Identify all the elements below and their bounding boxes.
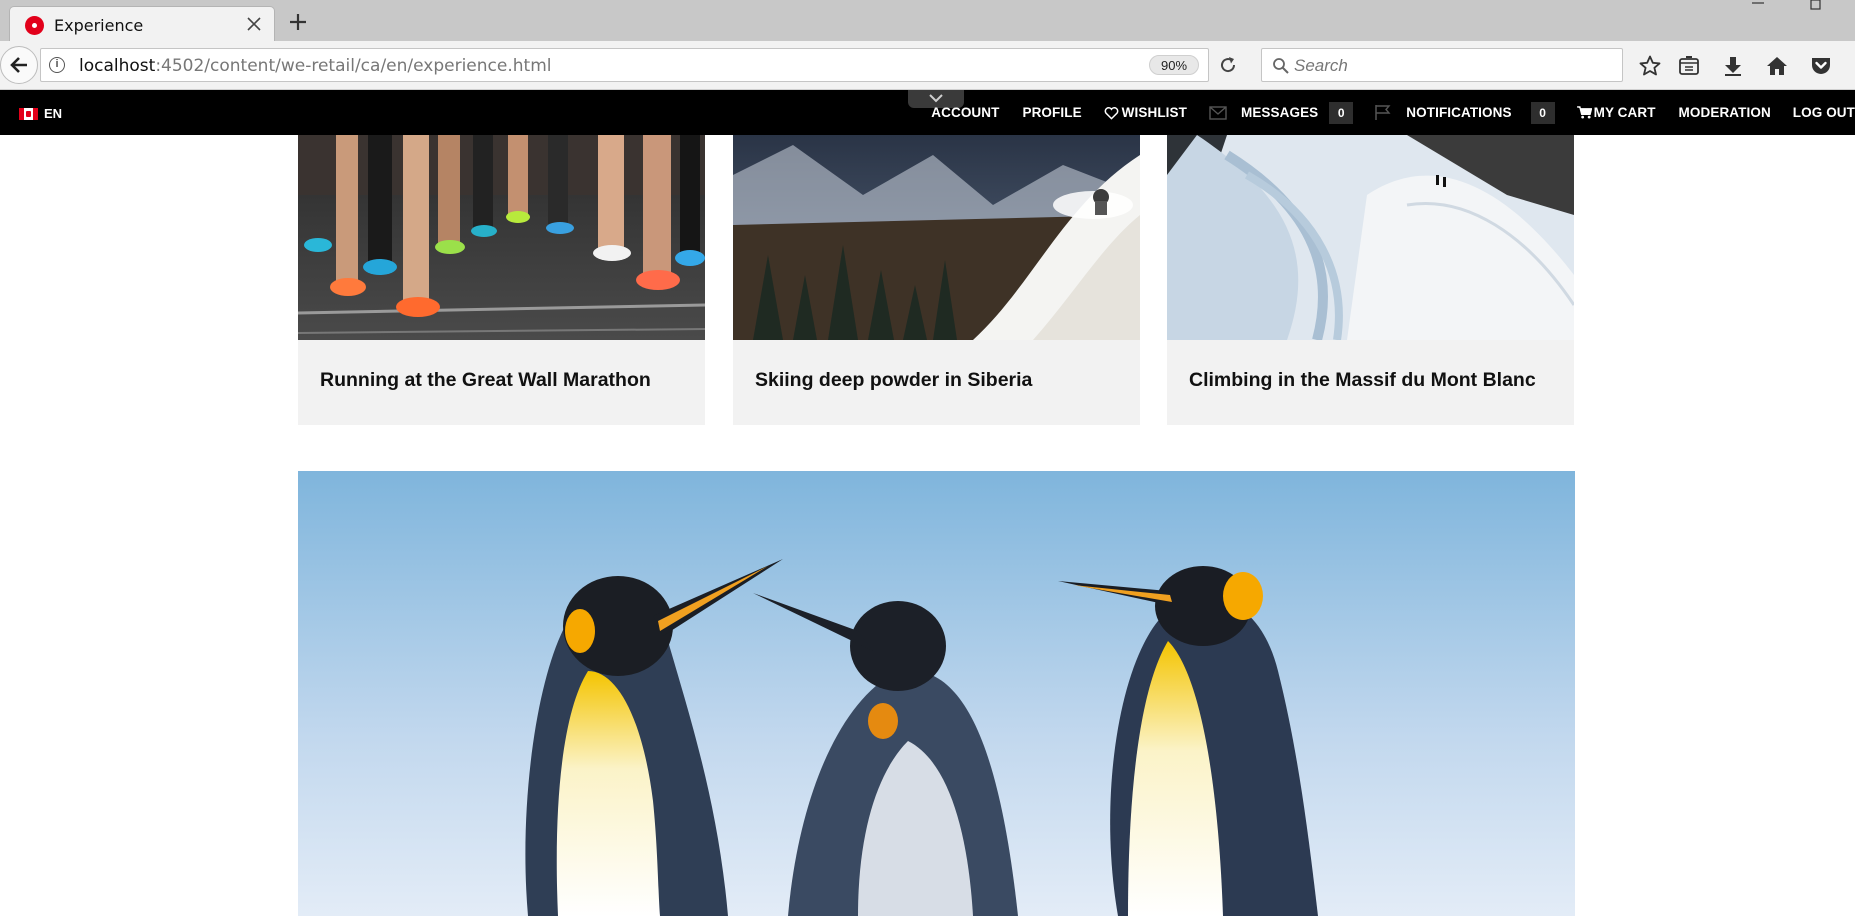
close-tab-icon[interactable] [244,14,264,34]
bookmark-star-icon[interactable] [1638,54,1662,78]
messages-count-badge: 0 [1329,101,1354,124]
site-nav: ACCOUNT PROFILE WISHLIST MESSAGES 0 NOTI… [931,90,1855,135]
back-arrow-icon [10,57,27,73]
minimize-icon[interactable] [1750,0,1766,14]
download-icon[interactable] [1721,54,1745,78]
notifications-count-badge: 0 [1530,101,1555,124]
search-input[interactable] [1292,52,1616,80]
nav-cart[interactable]: MY CART [1576,105,1656,120]
experience-card-climbing[interactable]: Climbing in the Massif du Mont Blanc [1167,135,1574,425]
language-label: EN [44,106,63,121]
card-image-climbing[interactable] [1167,135,1574,340]
browser-navbar: i localhost:4502/content/we-retail/ca/en… [0,41,1855,90]
nav-messages-label: MESSAGES [1240,105,1319,120]
home-icon[interactable] [1765,54,1789,78]
nav-notifications-label: NOTIFICATIONS [1406,105,1512,120]
language-selector[interactable]: EN [19,106,62,121]
flag-icon [1375,105,1391,120]
marathon-runners-image [298,135,705,340]
nav-notifications[interactable]: NOTIFICATIONS 0 [1374,101,1555,124]
card-image-marathon[interactable] [298,135,705,340]
reload-icon[interactable] [1217,54,1239,76]
back-button[interactable] [0,46,38,84]
maximize-icon[interactable] [1808,0,1824,14]
url-text[interactable]: localhost:4502/content/we-retail/ca/en/e… [79,56,551,76]
envelope-icon [1209,105,1227,120]
reading-list-icon[interactable] [1677,54,1701,78]
nav-account[interactable]: ACCOUNT [931,105,999,120]
skier-image [733,135,1140,340]
hero-image[interactable] [298,471,1575,916]
browser-tab[interactable]: Experience [9,6,275,41]
pocket-icon[interactable] [1809,54,1833,78]
canada-flag-icon [19,107,38,120]
nav-logout[interactable]: LOG OUT [1793,105,1855,120]
browser-tab-strip: Experience [0,0,1855,41]
card-image-skiing[interactable] [733,135,1140,340]
nav-cart-label: MY CART [1593,105,1656,120]
nav-wishlist[interactable]: WISHLIST [1104,105,1187,120]
card-title[interactable]: Skiing deep powder in Siberia [755,369,1032,392]
card-title[interactable]: Climbing in the Massif du Mont Blanc [1189,369,1536,392]
info-icon[interactable]: i [49,57,65,73]
nav-wishlist-label: WISHLIST [1121,105,1187,120]
tab-title: Experience [54,16,144,35]
heart-icon [1104,106,1119,120]
experience-card-skiing[interactable]: Skiing deep powder in Siberia [733,135,1140,425]
card-title[interactable]: Running at the Great Wall Marathon [320,369,651,392]
climbers-image [1167,135,1574,340]
search-bar[interactable] [1261,48,1623,82]
favicon-icon [25,16,44,35]
card-caption: Running at the Great Wall Marathon [298,340,705,425]
search-icon [1273,58,1289,74]
nav-messages[interactable]: MESSAGES 0 [1209,101,1354,124]
address-bar[interactable]: i localhost:4502/content/we-retail/ca/en… [40,48,1236,82]
zoom-level-badge[interactable]: 90% [1149,55,1199,75]
cart-icon [1576,106,1592,119]
nav-moderation[interactable]: MODERATION [1679,105,1771,120]
new-tab-icon[interactable] [286,10,310,34]
nav-profile[interactable]: PROFILE [1022,105,1081,120]
card-caption: Climbing in the Massif du Mont Blanc [1167,340,1574,425]
card-caption: Skiing deep powder in Siberia [733,340,1140,425]
experience-card-marathon[interactable]: Running at the Great Wall Marathon [298,135,705,425]
penguins-image [298,471,1575,916]
